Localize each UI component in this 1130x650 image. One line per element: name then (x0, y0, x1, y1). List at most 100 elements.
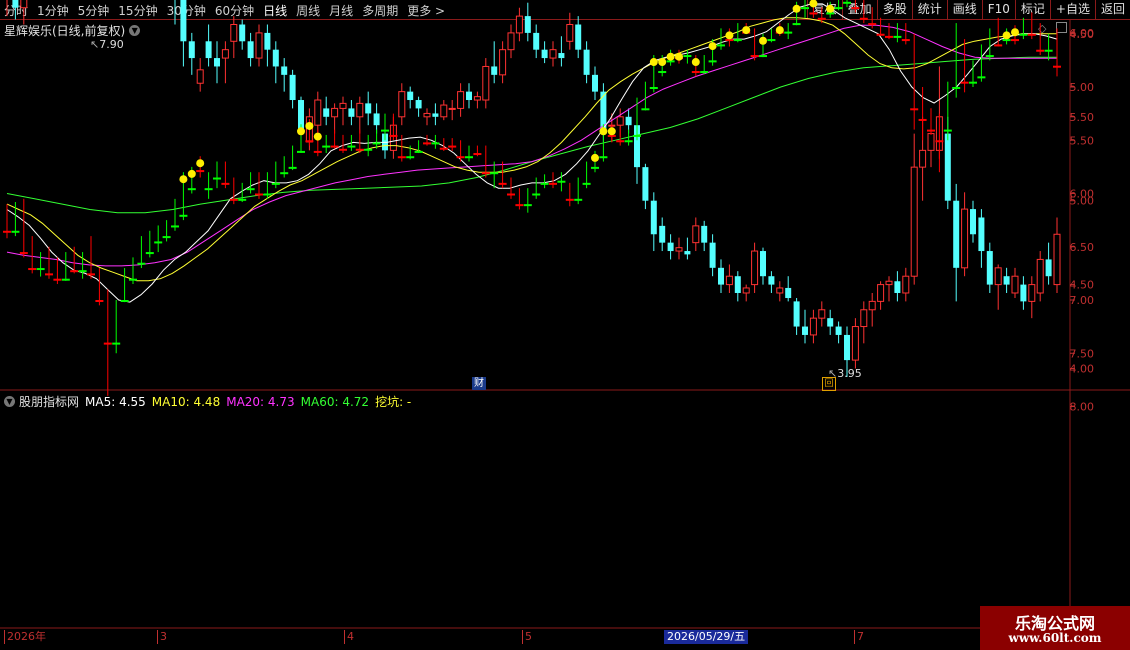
maximize-icon[interactable] (1056, 22, 1067, 33)
ind-candle-body (103, 342, 112, 345)
ind-y-tick-label: 6.50 (1070, 241, 1095, 254)
main-candle-body (667, 242, 674, 252)
main-candle-body (835, 326, 842, 335)
action-buttons: 复权 叠加 多股 统计 画线 F10 标记 +自选 返回 (806, 0, 1130, 20)
ind-candle-body (423, 142, 431, 145)
main-candle-body (575, 24, 582, 50)
period-tab-10[interactable]: 更多 > (407, 2, 445, 19)
ind-y-tick-label: 7.00 (1070, 294, 1095, 307)
ind-candle-body (633, 134, 641, 137)
main-candle-body (247, 41, 254, 59)
ind-candle-body (246, 188, 255, 191)
main-candle-body (600, 91, 607, 134)
main-candle-body (986, 251, 993, 285)
main-candle-body (935, 116, 943, 151)
ind-candle-body (885, 35, 893, 38)
main-candle-body (953, 200, 960, 268)
ind-candle-body (355, 148, 364, 151)
event-badge[interactable]: 回 (822, 377, 836, 391)
main-candle-body (314, 99, 322, 126)
main-candle-body (221, 49, 229, 59)
ind-candle-body (901, 39, 910, 42)
ind-candle-body (87, 273, 95, 276)
ind-candle-body (78, 270, 87, 273)
toolbar-button-7[interactable]: +自选 (1049, 0, 1095, 19)
dip-signal-marker (305, 121, 314, 130)
ind-candle-body (3, 230, 11, 233)
period-tab-0[interactable]: 分时 (4, 2, 28, 19)
period-tab-4[interactable]: 30分钟 (167, 2, 206, 19)
ind-candle-body (624, 140, 633, 143)
toolbar-button-3[interactable]: 统计 (911, 0, 947, 19)
ind-candle-body (876, 33, 885, 36)
ind-candle-body (943, 129, 952, 132)
kline-chart[interactable]: 7.507.006.506.005.505.004.504.008.007.50… (0, 0, 1130, 650)
main-candle-body (994, 267, 1002, 286)
period-tab-8[interactable]: 月线 (329, 2, 353, 19)
ind-candle-body (666, 60, 675, 63)
diamond-icon[interactable]: ◇ (1038, 22, 1046, 35)
ind-candle-body (691, 71, 700, 74)
period-tabs: 分时 1分钟 5分钟 15分钟 30分钟 60分钟 日线 周线 月线 多周期 更多 > (4, 0, 454, 20)
time-axis-label: 3 (157, 630, 167, 644)
period-tab-5[interactable]: 60分钟 (215, 2, 254, 19)
main-candle-body (423, 112, 431, 118)
ind-y-tick-label: 6.00 (1070, 188, 1095, 201)
ind-candle-body (565, 198, 574, 201)
ind-candle-body (977, 76, 986, 79)
ind-candle-body (775, 31, 784, 34)
main-candle-body (272, 49, 279, 67)
chevron-down-icon[interactable]: ▼ (129, 25, 141, 36)
main-candle-body (466, 91, 472, 101)
main-candle-body (281, 66, 288, 75)
period-tab-1[interactable]: 1分钟 (37, 2, 69, 19)
main-candle-body (348, 108, 355, 117)
dip-signal-marker (742, 26, 751, 35)
dip-signal-marker (675, 52, 683, 61)
time-axis-label: 7 (854, 630, 864, 644)
main-candle-body (188, 41, 195, 59)
main-candle-body (802, 326, 808, 335)
main-candle-body (255, 32, 263, 59)
toolbar-button-8[interactable]: 返回 (1094, 0, 1130, 19)
dip-signal-marker (691, 58, 700, 67)
indicator-value-1: MA10: 4.48 (151, 395, 221, 409)
finance-badge[interactable]: 财 (472, 377, 486, 390)
period-tab-6[interactable]: 日线 (263, 2, 287, 19)
ind-candle-body (213, 177, 221, 180)
ind-candle-body (347, 145, 356, 148)
ma20-line (6, 24, 1057, 267)
ind-candle-body (389, 134, 398, 137)
ind-candle-body (969, 81, 977, 84)
chevron-down-icon[interactable]: ▼ (4, 396, 15, 407)
ind-candle-body (599, 156, 608, 159)
ind-candle-body (187, 188, 196, 191)
toolbar-button-1[interactable]: 叠加 (841, 0, 877, 19)
ind-y-tick-label: 5.50 (1070, 134, 1095, 147)
toolbar-button-5[interactable]: F10 (981, 0, 1015, 19)
main-candle-body (339, 102, 347, 109)
main-candle-body (760, 251, 766, 277)
main-y-tick-label: 4.00 (1070, 363, 1095, 376)
dip-signal-marker (649, 58, 658, 67)
ind-candle-body (53, 278, 62, 281)
toolbar-button-6[interactable]: 标记 (1014, 0, 1050, 19)
dip-signal-marker (759, 36, 767, 45)
toolbar-button-0[interactable]: 复权 (806, 0, 842, 19)
main-candle-body (382, 133, 388, 151)
dip-signal-marker (599, 127, 608, 136)
main-candle-body (432, 113, 439, 117)
toolbar-button-2[interactable]: 多股 (876, 0, 912, 19)
main-candle-body (541, 49, 548, 59)
ind-candle-body (456, 156, 465, 159)
main-y-tick-label: 6.00 (1070, 27, 1095, 40)
period-tab-7[interactable]: 周线 (296, 2, 320, 19)
ind-candle-body (1044, 49, 1053, 52)
period-tab-2[interactable]: 5分钟 (78, 2, 110, 19)
dip-signal-marker (658, 58, 667, 67)
period-tab-9[interactable]: 多周期 (362, 2, 398, 19)
ind-candle-body (985, 55, 994, 58)
period-tab-3[interactable]: 15分钟 (118, 2, 157, 19)
toolbar-button-4[interactable]: 画线 (946, 0, 982, 19)
main-y-tick-label: 5.00 (1070, 195, 1095, 208)
